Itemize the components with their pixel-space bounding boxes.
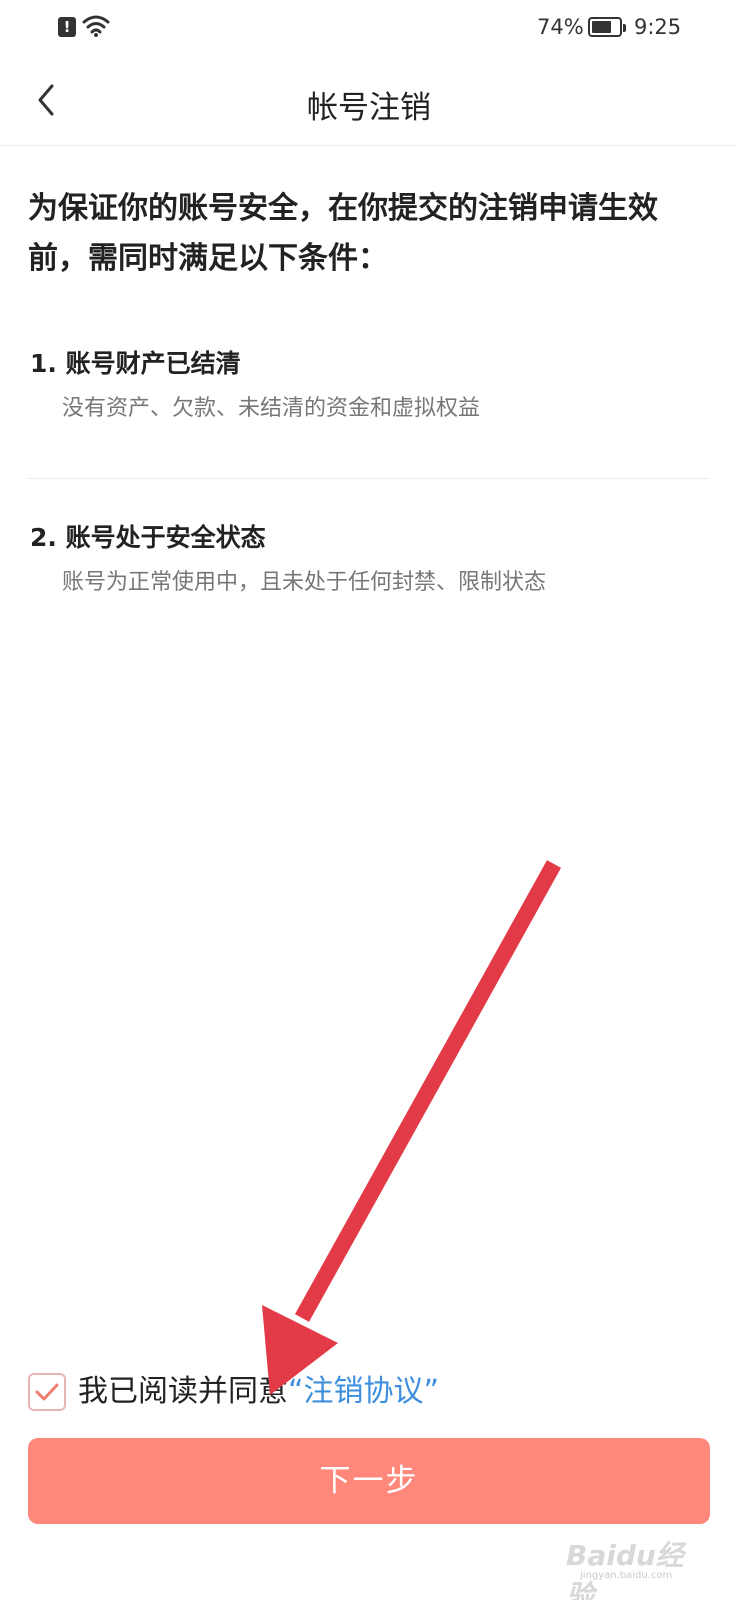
alert-icon: !	[58, 17, 76, 37]
agreement-text: 我已阅读并同意“注销协议”	[78, 1372, 439, 1412]
battery-icon	[588, 17, 626, 37]
page-title: 帐号注销	[307, 90, 431, 126]
condition-title: 2. 账号处于安全状态	[30, 523, 266, 552]
divider	[28, 478, 710, 479]
next-step-button[interactable]: 下一步	[28, 1438, 710, 1524]
status-bar: ! 74% 9:25	[0, 0, 738, 56]
condition-description: 没有资产、欠款、未结清的资金和虚拟权益	[62, 396, 481, 421]
baidu-watermark: Baidu经验 jingyan.baidu.com	[566, 1530, 706, 1600]
status-time: 9:25	[634, 15, 682, 39]
condition-item: 2. 账号处于安全状态 账号为正常使用中，且未处于任何封禁、限制状态	[30, 520, 710, 598]
condition-description: 账号为正常使用中，且未处于任何封禁、限制状态	[62, 570, 547, 595]
watermark-sub: jingyan.baidu.com	[580, 1570, 673, 1581]
watermark-text: Baidu经验	[566, 1539, 684, 1600]
cancellation-agreement-link[interactable]: “注销协议”	[288, 1374, 439, 1409]
navigation-bar: 帐号注销	[0, 56, 738, 146]
wifi-icon	[82, 15, 110, 37]
condition-item: 1. 账号财产已结清 没有资产、欠款、未结清的资金和虚拟权益	[30, 346, 710, 424]
battery-percent: 74%	[537, 15, 584, 39]
condition-title: 1. 账号财产已结清	[30, 349, 241, 378]
agreement-label: 我已阅读并同意	[78, 1374, 288, 1409]
account-cancellation-screen: ! 74% 9:25 帐号注销 为保证你的账号安全，在你提交的注销申请生效前，需…	[0, 0, 738, 1600]
check-icon	[35, 1383, 59, 1401]
agreement-checkbox[interactable]	[28, 1373, 66, 1411]
intro-heading: 为保证你的账号安全，在你提交的注销申请生效前，需同时满足以下条件：	[28, 191, 658, 276]
